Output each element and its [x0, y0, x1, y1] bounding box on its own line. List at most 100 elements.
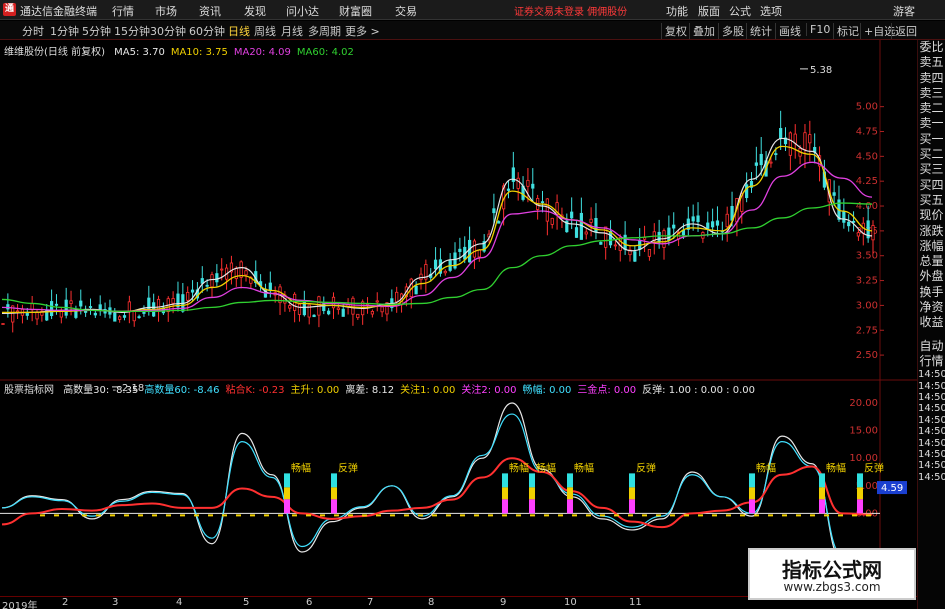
signal-bar-magenta [749, 499, 755, 514]
side-bottom-item-4[interactable]: 14:50 [918, 392, 945, 403]
zero-dash [740, 514, 745, 517]
high-annotation: 5.38 [810, 65, 832, 76]
tool-button-4[interactable]: 画线 [775, 23, 804, 39]
signal-bar-yellow [529, 487, 535, 500]
side-item-11[interactable]: 现价 [918, 208, 945, 223]
side-item-8[interactable]: 买三 [918, 162, 945, 177]
menu-item-5[interactable]: 财富圈 [339, 3, 372, 19]
right-button-1[interactable]: 版面 [698, 3, 720, 19]
candle-body [672, 224, 676, 229]
right-button-2[interactable]: 公式 [729, 3, 751, 19]
period-tab-5[interactable]: 60分钟 [189, 23, 225, 39]
zero-dash [642, 514, 647, 517]
side-item-18[interactable]: 收益 [918, 315, 945, 330]
period-tab-10[interactable]: 更多 > [345, 23, 380, 39]
right-button-3[interactable]: 选项 [760, 3, 782, 19]
menu-item-6[interactable]: 交易 [395, 3, 417, 19]
side-bottom-item-0[interactable]: 自动 [918, 339, 945, 354]
side-item-14[interactable]: 总量 [918, 254, 945, 269]
side-bottom-item-3[interactable]: 14:50 [918, 381, 945, 392]
zero-dash [390, 514, 395, 517]
indicator-legend-0: 高数量30: -8.35 [63, 385, 139, 396]
side-bottom-item-6[interactable]: 14:50 [918, 415, 945, 426]
side-bottom-item-9[interactable]: 14:50 [918, 449, 945, 460]
guest-button[interactable]: 游客 [893, 3, 915, 19]
side-item-2[interactable]: 卖四 [918, 71, 945, 86]
candle-body [122, 315, 127, 318]
side-item-7[interactable]: 买二 [918, 147, 945, 162]
side-bottom-item-7[interactable]: 14:50 [918, 426, 945, 437]
period-tab-2[interactable]: 5分钟 [82, 23, 111, 39]
side-bottom-item-8[interactable]: 14:50 [918, 438, 945, 449]
indicator-legend-5: 关注1: 0.00 [400, 385, 456, 396]
signal-label-0: 畅幅 [291, 461, 311, 474]
period-tab-3[interactable]: 15分钟 [114, 23, 150, 39]
tool-button-2[interactable]: 多股 [718, 23, 747, 39]
period-tab-8[interactable]: 月线 [281, 23, 303, 39]
candle-body [613, 244, 618, 247]
indicator-legend: 股票指标网 高数量30: -8.35 高数量60: -8.46 粘合K: -0.23… [4, 381, 761, 396]
ma-legend-1: MA10: 3.75 [170, 47, 228, 58]
candle-body [696, 215, 700, 222]
side-bottom-item-2[interactable]: 14:50 [918, 369, 945, 380]
candle-body [205, 284, 209, 287]
candle-body [793, 133, 797, 144]
zero-dash [362, 514, 367, 517]
side-bottom-item-11[interactable]: 14:50 [918, 472, 945, 483]
period-tab-1[interactable]: 1分钟 [50, 23, 79, 39]
zero-dash [712, 514, 717, 517]
candle-body [472, 240, 477, 258]
side-bottom-item-5[interactable]: 14:50 [918, 403, 945, 414]
side-item-12[interactable]: 涨跌 [918, 224, 945, 239]
side-item-15[interactable]: 外盘 [918, 269, 945, 284]
side-item-17[interactable]: 净资 [918, 300, 945, 315]
tool-button-5[interactable]: F10 [806, 23, 833, 36]
candle-body [215, 273, 219, 283]
side-item-5[interactable]: 卖一 [918, 116, 945, 131]
side-item-16[interactable]: 换手 [918, 285, 945, 300]
menu-item-4[interactable]: 问小达 [286, 3, 319, 19]
period-tab-0[interactable]: 分时 [22, 23, 44, 39]
candle-body [467, 239, 472, 263]
side-item-10[interactable]: 买五 [918, 193, 945, 208]
candle-body [186, 291, 190, 301]
candle-body [623, 234, 627, 250]
candle-body [137, 316, 141, 319]
side-bottom-item-10[interactable]: 14:50 [918, 460, 945, 471]
menu-item-2[interactable]: 资讯 [199, 3, 221, 19]
candle-body [171, 298, 175, 304]
tool-button-3[interactable]: 统计 [746, 23, 775, 39]
price-tick-label-6: 3.50 [856, 251, 878, 262]
period-tab-9[interactable]: 多周期 [308, 23, 341, 39]
side-item-13[interactable]: 涨幅 [918, 239, 945, 254]
menu-item-3[interactable]: 发现 [244, 3, 266, 19]
tool-button-6[interactable]: 标记 [833, 23, 862, 39]
right-button-0[interactable]: 功能 [666, 3, 688, 19]
candle-body [370, 310, 374, 315]
side-item-6[interactable]: 买一 [918, 132, 945, 147]
period-tab-7[interactable]: 周线 [254, 23, 276, 39]
side-bottom-item-1[interactable]: 行情 [918, 354, 945, 369]
tool-button-8[interactable]: 返回 [891, 23, 920, 39]
candle-body [847, 221, 851, 227]
side-item-3[interactable]: 卖三 [918, 86, 945, 101]
menu-item-0[interactable]: 行情 [112, 3, 134, 19]
date-label-10: 11 [629, 597, 642, 608]
zero-dash [614, 514, 619, 517]
side-item-0[interactable]: 委比 [918, 40, 945, 55]
period-tab-4[interactable]: 30分钟 [150, 23, 186, 39]
tool-button-1[interactable]: 叠加 [689, 23, 718, 39]
watermark: 指标公式网 www.zbgs3.com [748, 548, 916, 600]
signal-bar-yellow [857, 487, 863, 500]
side-item-1[interactable]: 卖五 [918, 55, 945, 70]
candle-body [516, 177, 520, 189]
side-item-4[interactable]: 卖二 [918, 101, 945, 116]
tool-button-0[interactable]: 复权 [661, 23, 690, 39]
menu-item-1[interactable]: 市场 [155, 3, 177, 19]
date-label-3: 4 [176, 597, 183, 608]
zero-dash [502, 514, 507, 517]
period-tab-6[interactable]: 日线 [228, 23, 250, 39]
signal-bar-cyan [502, 473, 508, 488]
side-item-9[interactable]: 买四 [918, 178, 945, 193]
login-warning[interactable]: 证券交易未登录 佣佣股份 [514, 3, 627, 18]
